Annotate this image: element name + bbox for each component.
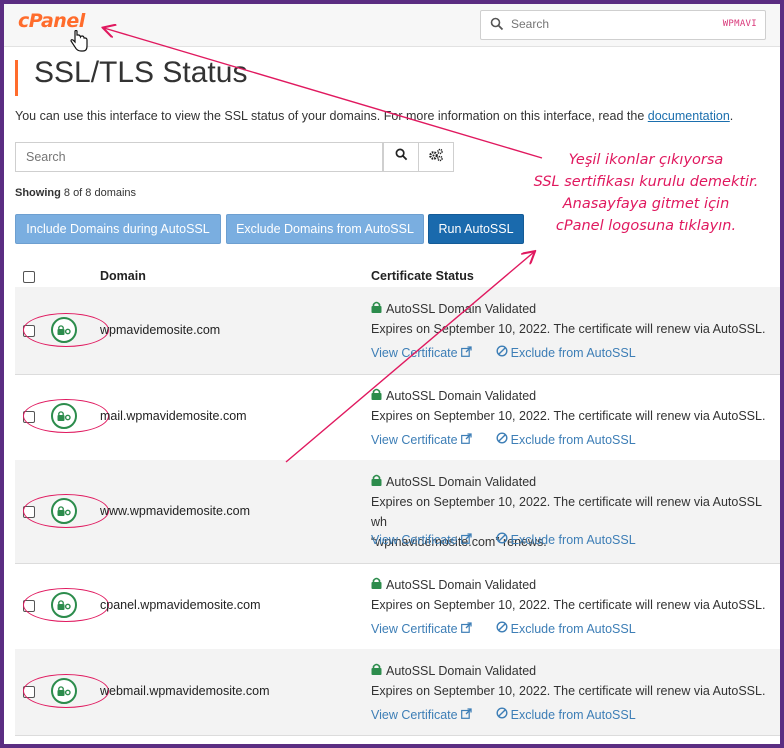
arrow-to-status bbox=[285, 252, 534, 463]
annotation-arrows bbox=[4, 4, 543, 463]
page-frame: cPanel WPMAVI SSL/TLS Status You can use… bbox=[4, 4, 780, 744]
arrow-to-logo bbox=[104, 28, 543, 159]
